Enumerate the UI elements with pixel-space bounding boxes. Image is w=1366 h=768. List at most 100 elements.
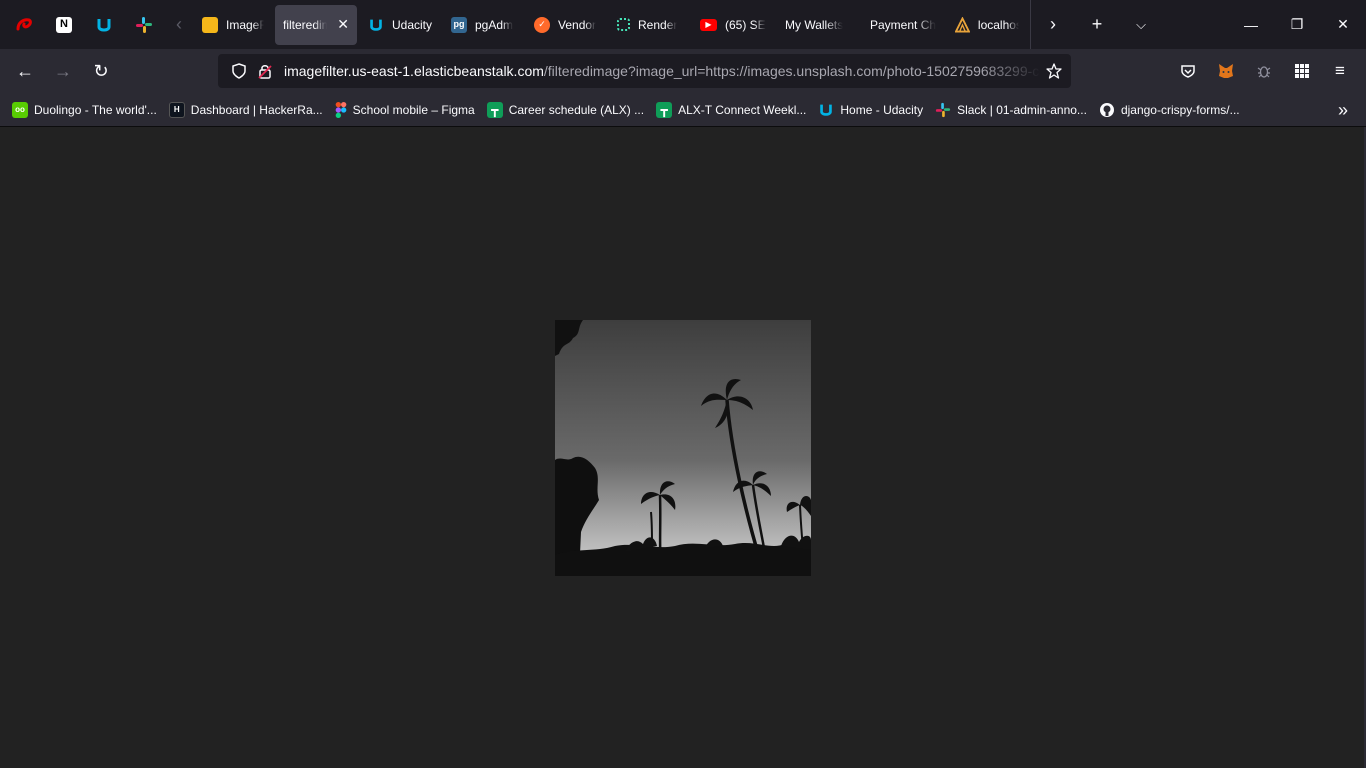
back-button[interactable]: ←: [6, 55, 44, 87]
figma-icon: [335, 101, 346, 118]
bookmark-label: Duolingo - The world'...: [34, 102, 157, 117]
reload-icon: ↻: [93, 60, 109, 81]
youtube-icon: ▶: [700, 18, 717, 31]
arrow-left-icon: ←: [16, 60, 34, 81]
page-content: [0, 127, 1366, 768]
pocket-icon: [1181, 65, 1195, 78]
bookmark-figma[interactable]: School mobile – Figma: [331, 97, 479, 123]
tab-payment[interactable]: Payment Ch: [862, 5, 944, 45]
tab-label: Udacity: [392, 17, 432, 32]
bookmark-duolingo[interactable]: oo Duolingo - The world'...: [8, 97, 161, 123]
minimize-icon: —: [1244, 16, 1258, 33]
bookmark-career-schedule[interactable]: ┳ Career schedule (ALX) ...: [483, 97, 648, 123]
tab-vendor[interactable]: ✓ Vendor: [526, 5, 606, 45]
double-chevron-right-icon: »: [1337, 99, 1348, 120]
chevron-down-icon: ⌵: [1136, 16, 1146, 32]
extensions-grid-button[interactable]: [1286, 55, 1318, 87]
tab-label: localhos: [977, 17, 1019, 32]
hackerrank-icon: H: [168, 101, 185, 118]
close-window-button[interactable]: ✕: [1320, 0, 1366, 49]
plus-icon: +: [1091, 14, 1103, 34]
tab-list: ImageFi filteredim ✕ Udacity pg pgAdm ✓ …: [194, 0, 1030, 49]
tab-my-wallets[interactable]: My Wallets: [777, 5, 859, 45]
notion-icon: N: [56, 16, 72, 33]
bookmark-label: django-crispy-forms/...: [1120, 102, 1240, 117]
udacity-icon: [97, 18, 111, 31]
chevron-left-icon: ‹: [176, 14, 182, 34]
hamburger-menu-icon: ≡: [1335, 61, 1345, 80]
bookmark-alx-connect[interactable]: ┳ ALX-T Connect Weekl...: [652, 97, 810, 123]
bookmark-hackerrank[interactable]: H Dashboard | HackerRa...: [165, 97, 327, 123]
bookmark-label: Dashboard | HackerRa...: [190, 102, 323, 117]
reload-button[interactable]: ↻: [82, 55, 120, 87]
github-icon: [1099, 102, 1114, 117]
list-all-tabs-button[interactable]: ⌵: [1119, 0, 1163, 49]
minimize-button[interactable]: —: [1228, 0, 1274, 49]
slack-icon: [935, 102, 951, 117]
star-icon: [1046, 63, 1062, 79]
url-host: imagefilter.us-east-1.elasticbeanstalk.c…: [284, 63, 544, 79]
bookmark-star-button[interactable]: [1041, 58, 1067, 84]
udacity-icon: [370, 19, 382, 31]
localhost-icon: [955, 16, 970, 32]
pinned-tab-airtel[interactable]: [4, 5, 44, 45]
airtel-icon: [16, 17, 32, 30]
tab-imagefilter[interactable]: ImageFi: [194, 5, 272, 45]
metamask-fox-icon: [1219, 64, 1233, 78]
restore-icon: ❐: [1290, 16, 1304, 32]
insecure-lock-icon[interactable]: [252, 58, 278, 84]
bookmark-label: Slack | 01-admin-anno...: [957, 102, 1087, 117]
app-menu-button[interactable]: ≡: [1324, 55, 1356, 87]
tab-label: pgAdm: [475, 17, 514, 32]
sheets-icon: ┳: [656, 101, 673, 118]
tab-youtube[interactable]: ▶ (65) SEN: [692, 5, 774, 45]
restore-button[interactable]: ❐: [1274, 0, 1320, 49]
window-controls: — ❐ ✕: [1228, 0, 1366, 49]
slack-icon: [136, 16, 152, 33]
bookmarks-toolbar: oo Duolingo - The world'... H Dashboard …: [0, 93, 1366, 127]
aws-box-icon: [202, 16, 218, 33]
pinned-tab-slack[interactable]: [124, 5, 164, 45]
tab-strip: N ‹ ImageFi filteredim ✕ Udacity: [0, 0, 1366, 49]
new-tab-button[interactable]: +: [1075, 0, 1119, 49]
tab-label: filteredim: [283, 17, 328, 32]
chevron-right-icon: ›: [1050, 14, 1056, 34]
url-bar[interactable]: imagefilter.us-east-1.elasticbeanstalk.c…: [218, 54, 1071, 88]
tab-label: (65) SEN: [725, 17, 766, 32]
forward-button[interactable]: →: [44, 55, 82, 87]
grid-icon: [1295, 64, 1309, 78]
tabs-scroll-right-button[interactable]: ›: [1031, 0, 1075, 49]
bookmark-label: School mobile – Figma: [352, 102, 475, 117]
pocket-button[interactable]: [1172, 55, 1204, 87]
url-text[interactable]: imagefilter.us-east-1.elasticbeanstalk.c…: [278, 63, 1041, 79]
duolingo-icon: oo: [12, 101, 28, 118]
extension-bug-button[interactable]: [1248, 55, 1280, 87]
metamask-extension-button[interactable]: [1210, 55, 1242, 87]
url-path: /filteredimage?image_url=https://images.…: [543, 63, 1040, 79]
arrow-right-icon: →: [54, 60, 72, 81]
tabs-scroll-left-button[interactable]: ‹: [164, 0, 194, 49]
pinned-tab-udacity[interactable]: [84, 5, 124, 45]
tab-render[interactable]: Render: [609, 5, 689, 45]
vendor-icon: ✓: [534, 16, 550, 33]
bookmark-label: ALX-T Connect Weekl...: [678, 102, 807, 117]
render-icon: [617, 18, 630, 31]
udacity-icon: [820, 104, 833, 116]
navigation-toolbar: ← → ↻ imagefilter.us-east-1.elasticbeans…: [0, 49, 1366, 93]
tab-filteredimage[interactable]: filteredim ✕: [275, 4, 357, 45]
close-icon: ✕: [1337, 16, 1349, 32]
bug-icon: [1257, 66, 1271, 78]
sheets-icon: ┳: [486, 101, 503, 118]
bookmarks-overflow-button[interactable]: »: [1330, 97, 1356, 123]
tab-udacity[interactable]: Udacity: [360, 5, 440, 45]
bookmark-github[interactable]: django-crispy-forms/...: [1095, 97, 1244, 123]
pgadmin-icon: pg: [451, 16, 467, 33]
pinned-tab-notion[interactable]: N: [44, 5, 84, 45]
tab-localhost[interactable]: localhos: [947, 5, 1027, 45]
tab-pgadmin[interactable]: pg pgAdm: [443, 5, 523, 45]
tab-label: My Wallets: [785, 17, 844, 32]
close-tab-icon[interactable]: ✕: [337, 16, 349, 33]
tracking-protection-icon[interactable]: [226, 58, 252, 84]
bookmark-udacity[interactable]: Home - Udacity: [814, 97, 927, 123]
bookmark-slack[interactable]: Slack | 01-admin-anno...: [931, 97, 1091, 123]
